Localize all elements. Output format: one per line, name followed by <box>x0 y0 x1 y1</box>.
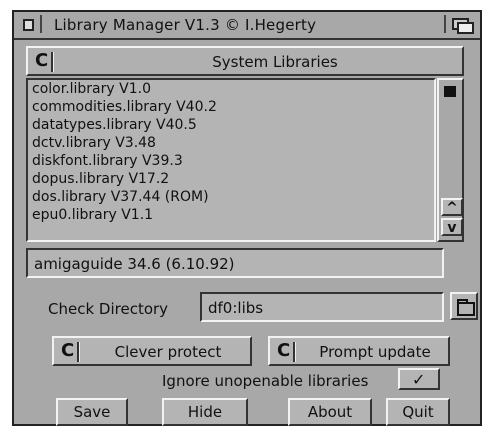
ignore-unopenable-checkbox[interactable]: ✓ <box>398 368 440 390</box>
title-bar[interactable]: Library Manager V1.3 © I.Hegerty <box>14 12 480 40</box>
list-item[interactable]: dos.library V37.44 (ROM) <box>28 188 434 206</box>
list-scrollbar[interactable]: ^ v <box>437 78 464 242</box>
list-item[interactable]: dopus.library V17.2 <box>28 170 434 188</box>
depth-front-icon <box>457 22 474 34</box>
library-category-cycle-button[interactable]: C System Libraries <box>26 46 464 76</box>
clever-protect-label: Clever protect <box>114 343 222 361</box>
prompt-update-cycle-button[interactable]: C Prompt update <box>268 336 450 366</box>
prompt-update-label: Prompt update <box>319 343 431 361</box>
about-button[interactable]: About <box>288 398 372 426</box>
directory-requester-button[interactable] <box>450 292 478 320</box>
library-category-label: System Libraries <box>212 53 338 71</box>
ignore-unopenable-label: Ignore unopenable libraries <box>162 372 369 390</box>
close-icon <box>23 19 34 31</box>
quit-button[interactable]: Quit <box>386 398 450 426</box>
list-item[interactable]: dctv.library V3.48 <box>28 134 434 152</box>
scroll-down-button[interactable]: v <box>441 218 463 236</box>
selected-library-text: amigaguide 34.6 (6.10.92) <box>34 255 235 273</box>
list-item[interactable]: epu0.library V1.1 <box>28 206 434 224</box>
folder-icon <box>457 302 475 316</box>
checkmark-icon: ✓ <box>412 370 426 389</box>
clever-protect-cycle-button[interactable]: C Clever protect <box>52 336 252 366</box>
check-directory-field[interactable]: df0:libs <box>200 292 444 322</box>
cycle-icon: C <box>32 50 54 72</box>
depth-gadget[interactable] <box>444 15 476 34</box>
close-gadget[interactable] <box>18 15 42 33</box>
library-list[interactable]: color.library V1.0 commodities.library V… <box>26 78 436 242</box>
scrollbar-knob[interactable] <box>444 86 456 97</box>
window-title: Library Manager V1.3 © I.Hegerty <box>54 16 317 34</box>
cycle-icon: C <box>274 340 296 362</box>
cycle-icon: C <box>58 340 80 362</box>
save-button[interactable]: Save <box>56 398 128 426</box>
list-item[interactable]: color.library V1.0 <box>28 80 434 98</box>
check-directory-value: df0:libs <box>208 299 264 317</box>
hide-button[interactable]: Hide <box>162 398 248 426</box>
scroll-up-button[interactable]: ^ <box>441 198 463 216</box>
list-item[interactable]: commodities.library V40.2 <box>28 98 434 116</box>
list-item[interactable]: datatypes.library V40.5 <box>28 116 434 134</box>
check-directory-label: Check Directory <box>48 300 169 318</box>
list-item[interactable]: diskfont.library V39.3 <box>28 152 434 170</box>
selected-library-info: amigaguide 34.6 (6.10.92) <box>26 248 444 278</box>
